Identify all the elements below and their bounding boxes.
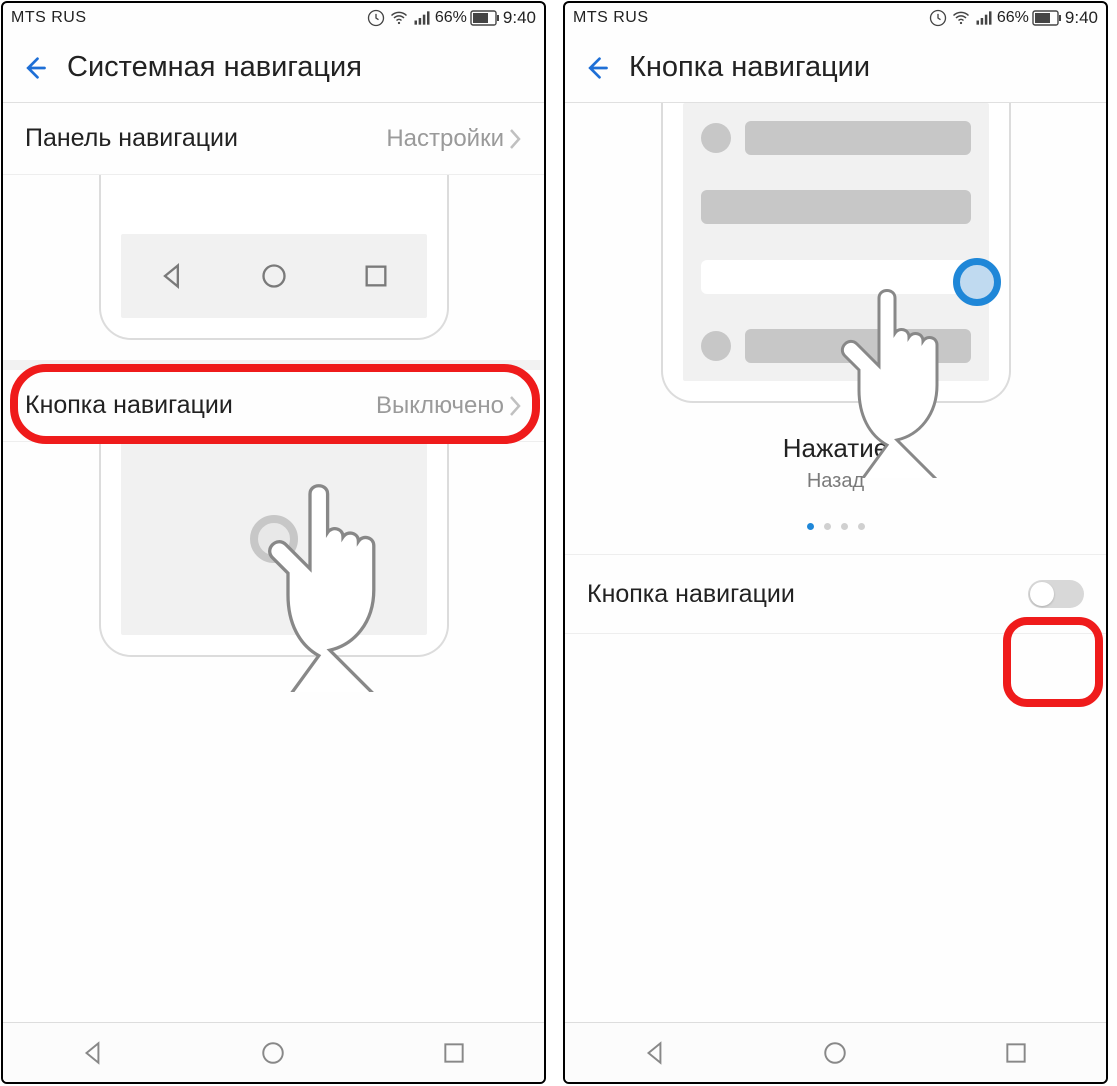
hand-pointer-icon: [266, 472, 486, 692]
nav-button-illustration: [3, 442, 544, 677]
page-title: Кнопка навигации: [629, 51, 870, 84]
signal-icon: [974, 8, 994, 28]
system-recent-icon[interactable]: [441, 1040, 467, 1066]
wifi-icon: [389, 8, 409, 28]
back-icon[interactable]: [581, 53, 611, 83]
status-icons: 66% 9:40: [366, 8, 536, 28]
system-recent-icon[interactable]: [1003, 1040, 1029, 1066]
page-indicator: [807, 523, 865, 530]
nav-button-toggle-label: Кнопка навигации: [587, 580, 795, 609]
system-nav-bar: [565, 1022, 1106, 1082]
status-bar: MTS RUS 66% 9:40: [3, 3, 544, 33]
battery-icon: [1032, 10, 1062, 26]
wifi-icon: [951, 8, 971, 28]
chevron-right-icon: [508, 128, 522, 150]
nav-back-icon: [158, 262, 186, 290]
nav-panel-row[interactable]: Панель навигации Настройки: [3, 103, 544, 175]
nav-panel-value: Настройки: [386, 125, 504, 153]
nav-home-icon: [260, 262, 288, 290]
clock-icon: [366, 8, 386, 28]
battery-icon: [470, 10, 500, 26]
page-dot: [841, 523, 848, 530]
page-title: Системная навигация: [67, 51, 362, 84]
phone-screen-2: MTS RUS 66% 9:40 Кнопка навигации: [563, 1, 1108, 1084]
status-bar: MTS RUS 66% 9:40: [565, 3, 1106, 33]
battery-pct: 66%: [997, 9, 1029, 27]
clock-icon: [928, 8, 948, 28]
nav-button-toggle-row: Кнопка навигации: [565, 554, 1106, 634]
nav-button-label: Кнопка навигации: [25, 391, 233, 420]
nav-panel-illustration: [3, 175, 544, 370]
nav-button-row[interactable]: Кнопка навигации Выключено: [3, 370, 544, 442]
system-back-icon[interactable]: [642, 1040, 668, 1066]
hand-pointer-icon: [839, 278, 1039, 478]
page-dot: [824, 523, 831, 530]
nav-button-value: Выключено: [376, 392, 504, 420]
tutorial-illustration: Нажатие Назад: [565, 103, 1106, 554]
system-nav-bar: [3, 1022, 544, 1082]
time-label: 9:40: [503, 8, 536, 28]
time-label: 9:40: [1065, 8, 1098, 28]
header: Кнопка навигации: [565, 33, 1106, 103]
carrier-label: MTS RUS: [11, 9, 87, 27]
phone-screen-1: MTS RUS 66% 9:40 Системная навигация Пан…: [1, 1, 546, 1084]
system-home-icon[interactable]: [260, 1040, 286, 1066]
chevron-right-icon: [508, 395, 522, 417]
back-icon[interactable]: [19, 53, 49, 83]
system-back-icon[interactable]: [80, 1040, 106, 1066]
page-dot: [858, 523, 865, 530]
carrier-label: MTS RUS: [573, 9, 649, 27]
nav-button-toggle[interactable]: [1028, 580, 1084, 608]
page-dot: [807, 523, 814, 530]
battery-pct: 66%: [435, 9, 467, 27]
signal-icon: [412, 8, 432, 28]
system-home-icon[interactable]: [822, 1040, 848, 1066]
nav-panel-label: Панель навигации: [25, 124, 238, 153]
nav-recent-icon: [362, 262, 390, 290]
toggle-knob: [1030, 582, 1054, 606]
header: Системная навигация: [3, 33, 544, 103]
status-icons: 66% 9:40: [928, 8, 1098, 28]
